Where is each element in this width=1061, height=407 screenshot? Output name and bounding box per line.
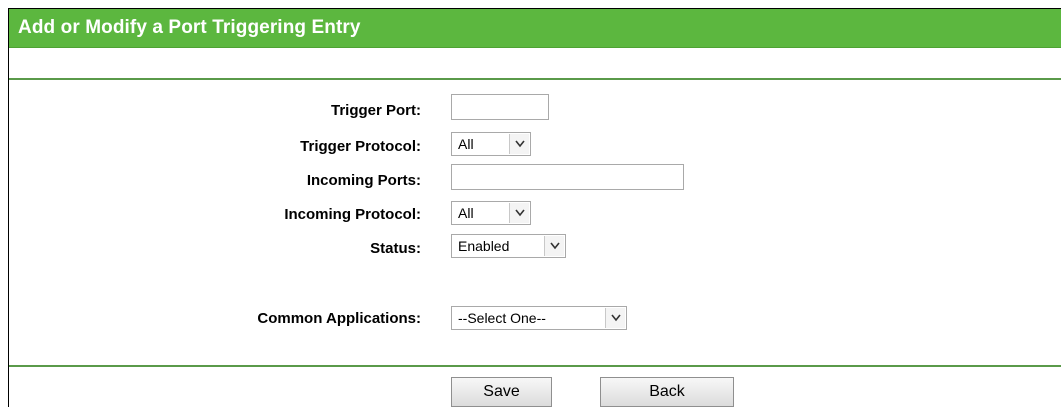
trigger-port-label: Trigger Port: [330,102,421,119]
common-applications-label: Common Applications: [257,310,421,327]
status-select[interactable]: Enabled [451,234,566,258]
top-divider [9,78,1061,80]
chevron-down-icon[interactable] [509,134,529,154]
trigger-port-input[interactable] [451,94,549,120]
incoming-ports-label: Incoming Ports: [306,172,421,189]
chevron-down-icon[interactable] [605,308,625,328]
trigger-protocol-label: Trigger Protocol: [300,138,421,155]
page-title: Add or Modify a Port Triggering Entry [18,17,361,38]
common-applications-select[interactable]: --Select One-- [451,306,627,330]
trigger-protocol-select[interactable]: All [451,132,531,156]
status-label: Status: [370,240,421,257]
chevron-down-icon[interactable] [509,203,529,223]
status-value: Enabled [458,238,510,254]
chevron-down-icon[interactable] [544,236,564,256]
incoming-protocol-value: All [458,205,474,221]
port-triggering-panel: Add or Modify a Port Triggering Entry Tr… [8,8,1061,407]
incoming-protocol-select[interactable]: All [451,201,531,225]
panel-header: Add or Modify a Port Triggering Entry [9,9,1061,48]
common-applications-value: --Select One-- [458,310,546,326]
incoming-ports-input[interactable] [451,164,684,190]
incoming-protocol-label: Incoming Protocol: [284,206,421,223]
back-button[interactable]: Back [600,377,734,407]
bottom-divider [9,365,1061,367]
trigger-protocol-value: All [458,136,474,152]
save-button[interactable]: Save [451,377,552,407]
